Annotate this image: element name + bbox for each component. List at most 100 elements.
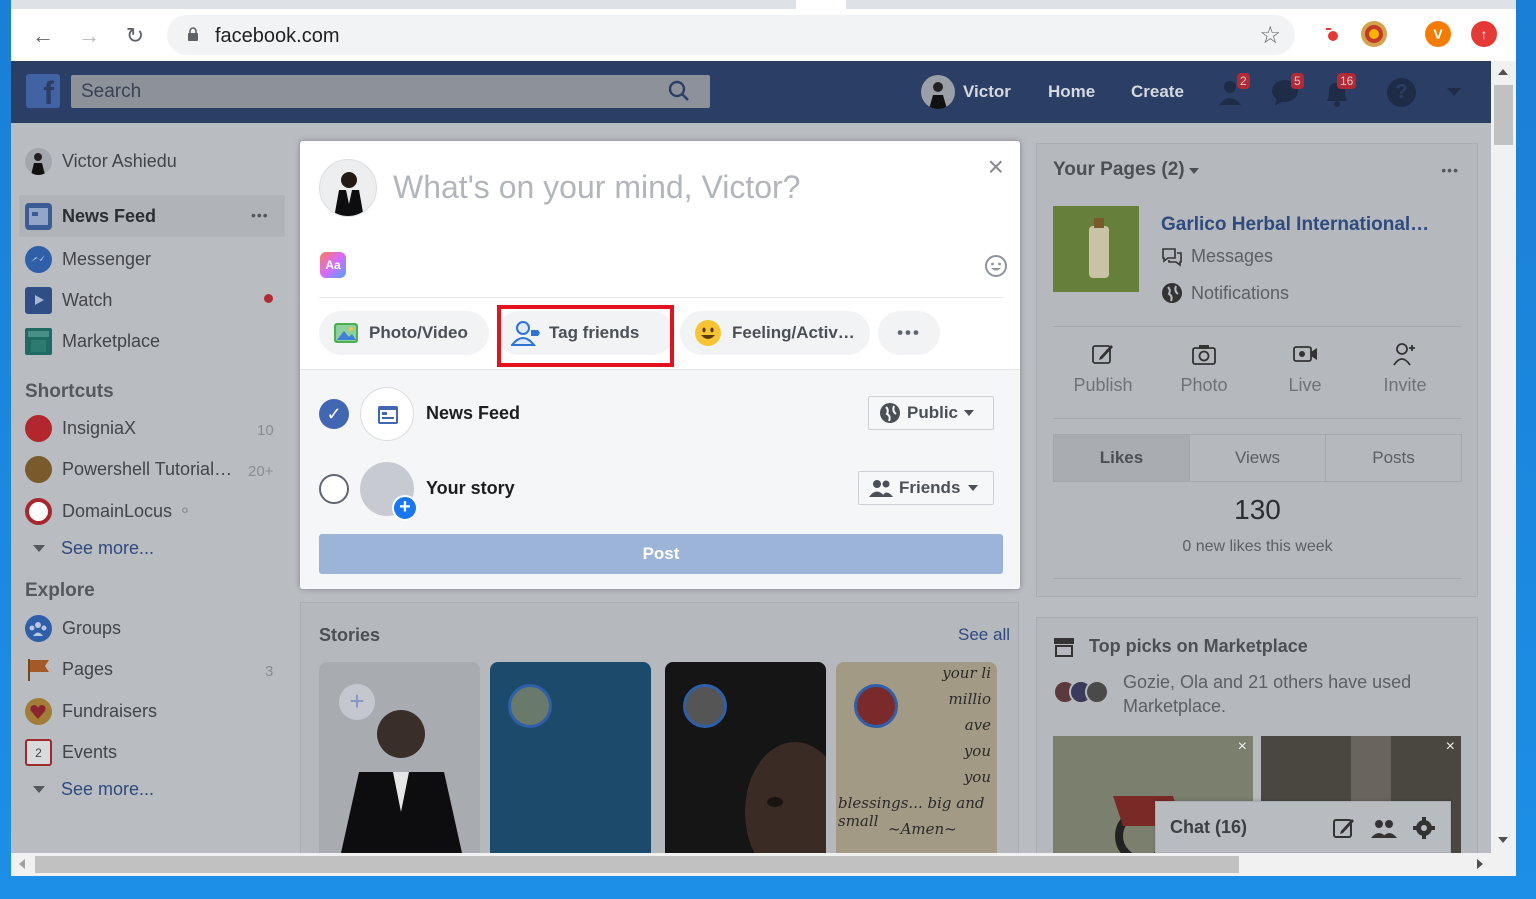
left-nav-item-watch[interactable]: Watch <box>25 285 112 315</box>
vertical-scroll-thumb[interactable] <box>1494 85 1513 145</box>
close-icon[interactable]: × <box>1238 738 1247 756</box>
extension-icon[interactable] <box>1319 21 1345 47</box>
reload-icon[interactable]: ↻ <box>121 22 149 50</box>
feeling-activity-button[interactable]: Feeling/Activ… <box>680 311 870 355</box>
explore-fundraisers[interactable]: Fundraisers <box>25 696 157 726</box>
divider <box>1053 326 1461 327</box>
profile-avatar[interactable]: V <box>1425 21 1451 47</box>
audience-label: Friends <box>899 478 961 497</box>
nav-create-link[interactable]: Create <box>1131 82 1184 102</box>
story-create[interactable]: + <box>319 662 480 853</box>
explore-events[interactable]: 2 Events <box>25 737 117 767</box>
your-story-audience-dropdown[interactable]: Friends <box>858 471 994 505</box>
left-nav-profile[interactable]: Victor Ashiedu <box>25 146 177 176</box>
more-dots: ••• <box>897 323 921 342</box>
horizontal-scrollbar[interactable] <box>11 853 1516 876</box>
text-style-icon[interactable]: Aa <box>320 252 346 278</box>
live-button[interactable]: Live <box>1255 342 1355 396</box>
friend-requests-badge: 2 <box>1237 73 1250 89</box>
extension-badge-icon[interactable] <box>1361 21 1387 47</box>
photo-video-button[interactable]: Photo/Video <box>319 311 489 355</box>
account-menu-caret-icon[interactable] <box>1447 88 1461 96</box>
scroll-left-icon[interactable] <box>19 859 25 869</box>
shortcut-domainlocus[interactable]: DomainLocus ⚬ <box>25 496 191 526</box>
tab-likes[interactable]: Likes <box>1054 435 1190 481</box>
news-feed-checkbox[interactable]: ✓ <box>319 399 349 429</box>
story-item[interactable] <box>665 662 826 853</box>
tab-posts[interactable]: Posts <box>1326 435 1461 481</box>
left-nav-user-name: Victor Ashiedu <box>62 150 177 171</box>
story-text-card[interactable]: your li millio ave you you blessings... … <box>836 662 997 853</box>
publish-button[interactable]: Publish <box>1053 342 1153 396</box>
new-message-icon[interactable] <box>1332 816 1356 840</box>
likes-count: 130 <box>1234 494 1281 525</box>
left-nav-label: Marketplace <box>62 330 161 351</box>
globe-icon <box>1162 283 1182 303</box>
explore-label: Fundraisers <box>62 700 158 721</box>
forward-icon[interactable]: → <box>75 22 103 50</box>
active-tab[interactable] <box>796 0 846 9</box>
back-icon[interactable]: ← <box>29 22 57 50</box>
tab-views[interactable]: Views <box>1190 435 1326 481</box>
gear-icon[interactable] <box>1412 816 1436 840</box>
text-style-glyph: Aa <box>325 258 341 272</box>
nav-profile-link[interactable]: Victor <box>963 82 1011 102</box>
left-nav-item-messenger[interactable]: Messenger <box>25 244 151 274</box>
chat-bar[interactable]: Chat (16) <box>1155 801 1451 853</box>
update-icon[interactable]: ↑ <box>1471 21 1497 47</box>
page-thumbnail[interactable] <box>1053 206 1139 292</box>
explore-see-more[interactable]: See more... <box>33 779 154 800</box>
page-messages-link[interactable]: Messages <box>1161 246 1273 267</box>
feeling-emoji-icon <box>695 320 721 346</box>
shortcut-powershell-tutorial[interactable]: Powershell Tutorial… <box>25 454 232 484</box>
close-icon[interactable]: × <box>1446 738 1455 756</box>
scroll-up-icon[interactable] <box>1498 69 1508 75</box>
chevron-down-icon[interactable] <box>1189 168 1199 174</box>
your-pages-more-icon[interactable]: ••• <box>1441 162 1459 178</box>
shortcut-insigniax[interactable]: InsigniaX <box>25 413 136 443</box>
bookmark-star-icon[interactable]: ☆ <box>1259 21 1281 50</box>
stories-see-all-link[interactable]: See all <box>958 625 1010 645</box>
facebook-logo-icon[interactable]: f <box>26 74 60 111</box>
scroll-right-icon[interactable] <box>1477 859 1483 869</box>
news-feed-icon <box>25 202 52 230</box>
your-story-checkbox[interactable] <box>319 474 349 504</box>
url-bar[interactable]: facebook.com ☆ <box>167 15 1295 55</box>
shortcut-label: DomainLocus <box>62 500 173 521</box>
news-feed-option-label: News Feed <box>426 403 521 423</box>
profile-initial: V <box>1433 26 1443 42</box>
scroll-down-icon[interactable] <box>1498 837 1508 843</box>
nav-home-link[interactable]: Home <box>1048 82 1095 102</box>
story-item[interactable] <box>490 662 651 853</box>
explore-groups[interactable]: Groups <box>25 613 121 643</box>
left-nav-item-news-feed[interactable]: News Feed <box>25 201 156 231</box>
horizontal-scroll-thumb[interactable] <box>35 856 1239 873</box>
page-name-link[interactable]: Garlico Herbal International… <box>1161 214 1429 236</box>
share-option-news-feed: ✓ News Feed Public <box>319 387 999 441</box>
news-feed-audience-dropdown[interactable]: Public <box>868 396 994 430</box>
emoji-icon[interactable] <box>984 254 1008 278</box>
post-button[interactable]: Post <box>319 534 1003 574</box>
news-feed-more-icon[interactable]: ••• <box>251 207 269 223</box>
search-input[interactable]: Search <box>71 75 710 108</box>
more-actions-button[interactable]: ••• <box>878 311 940 355</box>
left-nav-item-marketplace[interactable]: Marketplace <box>25 326 160 356</box>
page-notifications-link[interactable]: Notifications <box>1161 282 1289 304</box>
help-icon[interactable]: ? <box>1387 78 1416 107</box>
search-icon[interactable] <box>668 80 690 102</box>
facebook-page: f Search Victor Home Create 2 5 16 ? Vic… <box>11 61 1491 853</box>
vertical-scrollbar[interactable] <box>1491 61 1516 853</box>
photo-video-label: Photo/Video <box>369 323 468 342</box>
composer-prompt[interactable]: What's on your mind, Victor? <box>393 169 800 206</box>
explore-pages[interactable]: Pages <box>25 654 113 684</box>
new-group-icon[interactable] <box>1370 816 1398 840</box>
shortcut-count: 20+ <box>248 463 274 480</box>
your-pages-title[interactable]: Your Pages (2) <box>1053 159 1185 181</box>
invite-button[interactable]: Invite <box>1355 342 1455 396</box>
user-avatar[interactable] <box>921 75 955 109</box>
photo-button[interactable]: Photo <box>1154 342 1254 396</box>
shortcuts-see-more[interactable]: See more... <box>33 538 154 559</box>
profile-avatar-small <box>25 147 52 175</box>
close-icon[interactable]: × <box>988 151 1004 183</box>
marketplace-friend-avatars <box>1053 678 1109 706</box>
